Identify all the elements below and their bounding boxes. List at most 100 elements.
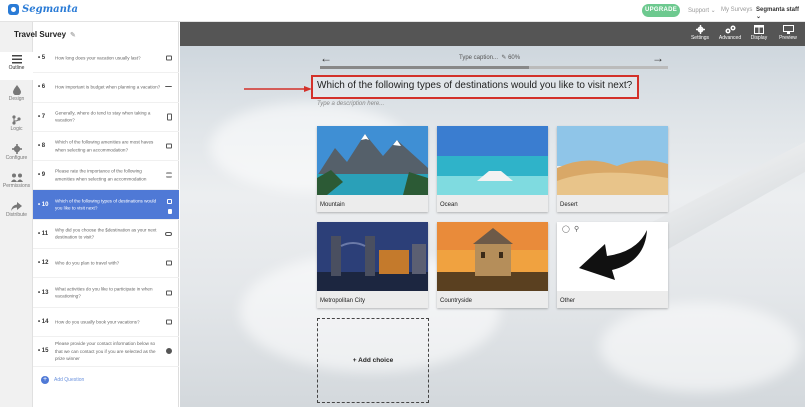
choice-label: Other [560,298,576,304]
question-row[interactable]: • 12 Who do you plan to travel with? [33,249,179,279]
arrow-right-icon[interactable]: → [652,52,664,64]
sidebar-item-label: Outline [8,65,25,71]
add-choice-button[interactable]: + Add choice [317,318,429,403]
question-row[interactable]: • 15 Please provide your contact informat… [33,337,179,367]
monitor-icon [782,25,794,34]
add-question-label: Add Question [54,377,85,383]
document-icon [167,113,172,121]
question-row[interactable]: • 9 Please rate the importance of the fol… [33,161,179,191]
advanced-button[interactable]: Advanced [715,25,745,41]
question-type-icon [166,260,172,266]
question-number: • 10 [38,201,49,208]
question-title[interactable]: Which of the following types of destinat… [317,80,632,91]
preview-button[interactable]: Preview [773,25,803,41]
question-text: How important is budget when planning a … [55,84,161,90]
choice-card-ocean[interactable]: Ocean [437,126,548,212]
account-menu[interactable]: Segmanta staff ⌄ [756,7,805,20]
question-list: • 5 How long does your vacation usually l… [33,44,179,367]
question-row[interactable]: • 6 How important is budget when planning… [33,73,179,103]
sidebar-item-design[interactable]: Design [0,82,33,110]
sidebar-item-logic[interactable]: Logic [0,112,33,140]
text-input-icon [165,231,172,236]
progress-value: 60% [508,55,521,61]
question-row[interactable]: • 13 What activities do you like to parti… [33,278,179,308]
drop-icon [12,85,21,95]
question-text: Which of the following amenities are mos… [55,139,154,153]
segmanta-logo[interactable]: Segmanta [8,4,78,15]
question-text: Generally, where do tend to stay when ta… [55,110,151,123]
display-button[interactable]: Display [744,25,774,41]
caption-input[interactable]: Type caption... ✎ 60% [459,54,520,61]
comment-icon[interactable]: ◯ [562,225,570,233]
question-type-icon [166,55,172,61]
choice-label: Ocean [440,202,458,208]
info-icon [166,348,172,355]
choice-card-metropolitan-city[interactable]: Metropolitan City [317,222,428,308]
add-question-button[interactable]: + Add Question [41,376,84,384]
question-number: • 6 [38,84,46,91]
red-arrow-annotation [244,86,312,92]
add-choice-label: + Add choice [352,357,394,364]
branch-icon [12,115,21,125]
question-type-icon [166,290,172,296]
choice-label: Desert [560,202,578,208]
ocean-image [437,126,548,195]
question-row[interactable]: • 11 Why did you choose the $destination … [33,220,179,250]
trash-icon[interactable] [168,209,172,215]
pencil-icon[interactable]: ✎ [70,31,76,39]
survey-title-text: Travel Survey [14,30,67,39]
sidebar-item-label: Logic [10,126,23,132]
description-input[interactable]: Type a description here... [317,101,384,107]
background-cloud [600,302,800,392]
upgrade-button[interactable]: UPGRADE [642,4,680,17]
city-image [317,222,428,291]
settings-button[interactable]: Settings [685,25,715,41]
caption-placeholder: Type caption... [459,55,499,61]
choice-label: Countryside [440,298,473,304]
pin-icon[interactable]: ⚲ [574,225,579,233]
display-label: Display [750,35,768,41]
choice-card-countryside[interactable]: Countryside [437,222,548,308]
sidebar-item-outline[interactable]: Outline [0,52,33,80]
arrow-left-icon[interactable]: ← [320,52,332,64]
editor-canvas: Settings Advanced Display Preview ← Type… [180,22,805,407]
question-text: How do you usually book your vacations? [55,319,140,325]
sidebar: Outline Design Logic Configure Permissio… [0,22,33,407]
gear-icon [695,25,705,34]
survey-title[interactable]: Travel Survey ✎ [14,30,76,39]
sidebar-item-permissions[interactable]: Permissions [0,170,33,198]
my-surveys-link[interactable]: My Surveys [721,7,752,13]
support-menu[interactable]: Support ⌄ [688,7,716,14]
outline-panel: Travel Survey ✎ • 5 How long does your va… [14,22,179,407]
plus-icon: + [41,376,49,384]
question-text: Please rate the importance of the follow… [55,168,147,182]
question-number: • 9 [38,172,46,179]
sidebar-item-distribute[interactable]: Distribute [0,199,33,227]
people-icon [10,173,23,182]
question-number: • 8 [38,143,46,150]
slider-icon [165,86,172,88]
question-row[interactable]: • 8 Which of the following amenities are … [33,132,179,162]
question-number: • 12 [38,260,49,267]
question-row[interactable]: • 7 Generally, where do tend to stay when… [33,103,179,132]
question-number: • 14 [38,318,49,325]
question-text: Which of the following types of destinat… [55,198,157,211]
question-text: What activities do you like to participa… [55,286,153,299]
sidebar-item-configure[interactable]: Configure [0,141,33,169]
question-text: Who do you plan to travel with? [55,260,120,266]
question-number: • 13 [38,289,49,296]
logo-text: Segmanta [22,4,79,15]
sidebar-item-label: Configure [5,155,28,161]
question-row-active[interactable]: • 10 Which of the following types of dest… [33,190,179,220]
question-row[interactable]: • 14 How do you usually book your vacatio… [33,308,179,337]
choice-card-other[interactable]: ◯ ⚲ Other [557,222,668,308]
sidebar-item-label: Permissions [2,183,31,189]
question-row[interactable]: • 5 How long does your vacation usually l… [33,44,179,74]
sidebar-item-label: Distribute [5,212,28,218]
question-number: • 15 [38,348,49,355]
logo-icon [8,4,19,15]
choice-card-mountain[interactable]: Mountain [317,126,428,212]
duplicate-icon[interactable] [167,199,172,205]
choice-card-desert[interactable]: Desert [557,126,668,212]
rating-list-icon [166,172,172,178]
